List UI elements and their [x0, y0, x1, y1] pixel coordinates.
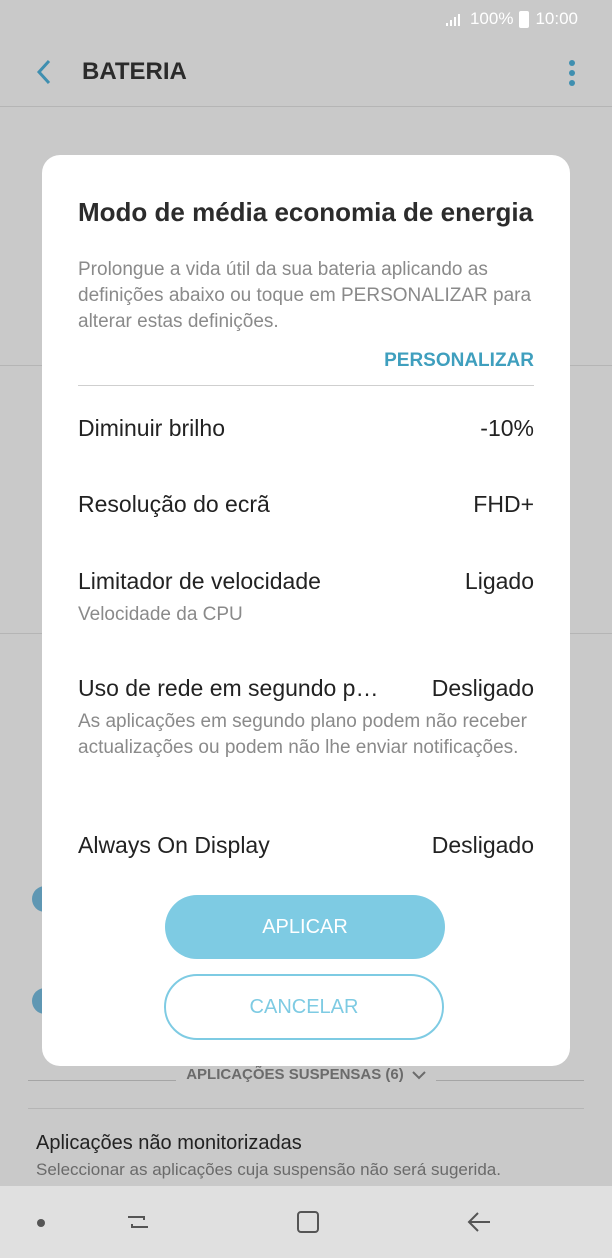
- battery-icon: [519, 10, 530, 28]
- bg-divider: [28, 1108, 584, 1109]
- cancel-button[interactable]: CANCELAR: [164, 974, 444, 1040]
- status-bar: 100% 10:00: [0, 0, 612, 38]
- navigation-bar: [0, 1186, 612, 1258]
- unmonitored-apps-sub: Seleccionar as aplicações cuja suspensão…: [36, 1160, 501, 1179]
- recents-icon[interactable]: [124, 1208, 152, 1236]
- setting-label: Limitador de velocidade: [78, 568, 321, 594]
- app-bar-divider: [0, 106, 612, 107]
- setting-label: Uso de rede em segundo p…: [78, 675, 379, 701]
- customize-button[interactable]: PERSONALIZAR: [384, 350, 534, 372]
- signal-icon: [445, 14, 460, 26]
- setting-value: -10%: [480, 415, 534, 441]
- clock: 10:00: [535, 9, 578, 28]
- suspended-apps-label: APLICAÇÕES SUSPENSAS (6): [186, 1066, 404, 1083]
- chevron-left-icon[interactable]: [24, 52, 64, 92]
- back-icon[interactable]: [466, 1208, 494, 1236]
- home-icon[interactable]: [294, 1208, 322, 1236]
- setting-value: FHD+: [473, 491, 534, 517]
- app-bar: BATERIA: [0, 38, 612, 106]
- setting-sub: As aplicações em segundo plano podem não…: [78, 711, 527, 758]
- page-title: BATERIA: [82, 58, 187, 85]
- dot-icon[interactable]: [37, 1219, 45, 1227]
- unmonitored-apps-title[interactable]: Aplicações não monitorizadas: [36, 1132, 302, 1155]
- setting-label: Diminuir brilho: [78, 415, 225, 441]
- power-saving-dialog: Modo de média economia de energia Prolon…: [42, 155, 570, 1066]
- divider-line: [436, 1080, 584, 1081]
- setting-value: Desligado: [431, 832, 534, 858]
- suspended-apps-header[interactable]: APLICAÇÕES SUSPENSAS (6): [0, 1066, 612, 1083]
- dialog-description: Prolongue a vida útil da sua bateria apl…: [78, 259, 532, 332]
- more-vertical-icon[interactable]: [568, 60, 576, 86]
- setting-value: Desligado: [431, 675, 534, 701]
- setting-sub: Velocidade da CPU: [78, 604, 243, 625]
- setting-label: Always On Display: [78, 832, 270, 858]
- setting-label: Resolução do ecrã: [78, 491, 270, 517]
- chevron-down-icon: [412, 1070, 426, 1079]
- dialog-divider: [78, 385, 534, 386]
- apply-button[interactable]: APLICAR: [165, 895, 445, 959]
- battery-percent: 100%: [469, 9, 514, 28]
- divider-line: [28, 1080, 176, 1081]
- setting-value: Ligado: [464, 568, 534, 594]
- dialog-title: Modo de média economia de energia: [78, 197, 534, 227]
